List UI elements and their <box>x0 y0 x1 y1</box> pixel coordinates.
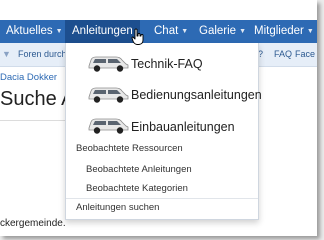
nav-tab-label: Chat <box>154 25 179 37</box>
nav-tab-label: Galerie <box>199 25 237 37</box>
menu-divider <box>66 198 258 199</box>
menu-item-label: Technik-FAQ <box>131 57 203 71</box>
menu-item-bedienungsanleitungen[interactable]: Bedienungsanleitungen <box>66 80 262 110</box>
menu-section-title[interactable]: Beobachtete Ressourcen <box>76 143 183 154</box>
subnav-item-label: Face <box>295 49 316 59</box>
subnav-item-facebook[interactable]: Face <box>295 43 315 66</box>
subnav-item-faq[interactable]: FAQ <box>274 43 292 66</box>
anleitungen-dropdown-menu: Technik-FAQ Bedienungsanleitungen Einbau… <box>65 43 262 220</box>
subnav-caret-icon: ▼ <box>2 49 11 59</box>
breadcrumb[interactable]: Dacia Dokker <box>0 72 57 83</box>
menu-item-watched-guides[interactable]: Beobachtete Anleitungen <box>86 164 192 175</box>
browser-viewport: Aktuelles ▼ Anleitungen Chat ▼ Galerie ▼ Mi… <box>0 0 317 236</box>
divider <box>0 120 70 121</box>
chevron-down-icon: ▼ <box>239 28 247 35</box>
car-icon <box>88 118 129 134</box>
menu-item-technik-faq[interactable]: Technik-FAQ <box>66 49 258 79</box>
nav-tab-aktuelles[interactable]: Aktuelles ▼ <box>6 20 63 43</box>
nav-tab-anleitungen[interactable]: Anleitungen <box>65 20 140 43</box>
chevron-down-icon: ▼ <box>306 28 314 35</box>
nav-tab-label: Mitglieder <box>254 25 304 37</box>
car-icon <box>88 87 129 103</box>
menu-item-watched-categories[interactable]: Beobachtete Kategorien <box>86 183 188 194</box>
menu-item-search-guides[interactable]: Anleitungen suchen <box>76 202 159 213</box>
car-icon <box>88 56 129 72</box>
menu-item-einbauanleitungen[interactable]: Einbauanleitungen <box>66 111 258 141</box>
nav-tab-label: Anleitungen <box>72 25 133 37</box>
nav-tab-galerie[interactable]: Galerie ▼ <box>199 20 246 43</box>
hand-cursor-icon <box>131 28 144 45</box>
main-nav-bar: Aktuelles ▼ Anleitungen Chat ▼ Galerie ▼ Mi… <box>0 20 317 43</box>
nav-tab-label: Aktuelles <box>6 25 53 37</box>
subnav-item-label: FAQ <box>274 49 293 59</box>
nav-tab-chat[interactable]: Chat ▼ <box>154 20 188 43</box>
menu-item-label: Bedienungsanleitungen <box>131 88 262 102</box>
menu-item-label: Einbauanleitungen <box>131 120 235 134</box>
body-text: ckergemeinde. <box>0 218 66 229</box>
chevron-down-icon: ▼ <box>55 28 63 35</box>
nav-tab-mitglieder[interactable]: Mitglieder ▼ <box>254 20 314 43</box>
chevron-down-icon: ▼ <box>181 28 189 35</box>
